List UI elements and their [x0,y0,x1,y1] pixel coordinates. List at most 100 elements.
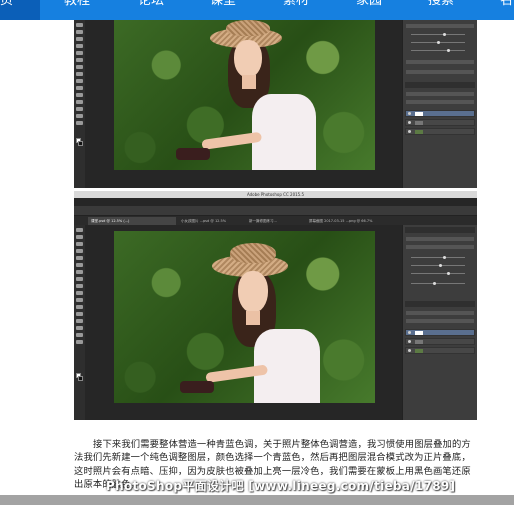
tool-icon [76,37,83,41]
panel-row [406,245,474,249]
background-color-swatch [78,141,83,146]
canvas-area [85,20,402,188]
doc-tab[interactable]: 课堂.psd @ 12.5% (...) [88,217,176,225]
tool-icon [76,340,83,344]
doc-tab[interactable]: 新一篇修图练习... [246,217,304,225]
adjust-slider[interactable] [411,257,465,258]
eye-icon[interactable] [408,331,411,334]
adjust-slider[interactable] [411,265,465,266]
eye-icon[interactable] [408,349,411,352]
tool-icon [76,121,83,125]
tool-icon [76,114,83,118]
slider-knob[interactable] [439,264,442,267]
tool-icon [76,72,83,76]
tool-icon [76,107,83,111]
bottom-bar [0,495,514,505]
neck [242,75,256,89]
eye-icon[interactable] [408,340,411,343]
tool-icon [76,263,83,267]
tool-icon [76,242,83,246]
slider-knob[interactable] [433,282,436,285]
adjust-slider[interactable] [411,283,465,284]
nav-item-home[interactable]: 页 [0,0,13,14]
nav-item-tutorials[interactable]: 教程 [64,0,90,14]
layer-thumbnail [415,130,423,134]
tool-icon [76,284,83,288]
adjust-slider[interactable] [411,273,465,274]
tool-icon [76,298,83,302]
bicycle-handle [180,381,214,393]
adjust-slider[interactable] [411,50,465,51]
tools-panel [74,20,85,188]
eye-icon[interactable] [408,130,411,133]
portrait-photo [114,20,375,170]
tools-panel [74,225,85,420]
doc-tab[interactable]: 小女孩图片 ...psd @ 12.5% [178,217,244,225]
nav-item-more[interactable]: 名 [500,0,513,14]
nav-item-materials[interactable]: 素材 [283,0,309,14]
options-bar [74,206,477,216]
panel-row [406,237,474,241]
layer-row[interactable] [405,128,475,135]
layer-row[interactable] [405,119,475,126]
panel-row [406,60,474,64]
white-top [252,94,316,170]
tool-icon [76,65,83,69]
slider-knob[interactable] [437,41,440,44]
tool-icon [76,30,83,34]
eye-icon[interactable] [408,121,411,124]
tool-icon [76,312,83,316]
layer-thumbnail [415,349,423,353]
photoshop-screenshot-1 [74,20,477,188]
right-panels [402,225,477,420]
tool-icon [76,228,83,232]
adjust-slider[interactable] [411,34,465,35]
tool-icon [76,319,83,323]
document-tabs: 课堂.psd @ 12.5% (...) 小女孩图片 ...psd @ 12.5… [74,216,477,225]
slider-knob[interactable] [447,49,450,52]
layer-thumbnail [415,121,423,125]
tool-icon [76,23,83,27]
layer-thumbnail [415,112,423,116]
site-watermark: PhotoShop平面设计吧 [www.lineeg.com/tieba/178… [106,479,456,493]
slider-knob[interactable] [443,256,446,259]
layer-row[interactable] [405,110,475,117]
tool-icon [76,305,83,309]
layer-thumbnail [415,340,423,344]
tool-icon [76,100,83,104]
doc-tab[interactable]: 屏幕截图 2017-03-15 ...png @ 66.7% [306,217,402,225]
photoshop-screenshot-2: Adobe Photoshop CC 2015.5 课堂.psd @ 12.5%… [74,191,477,420]
nav-item-search[interactable]: 搜索 [428,0,454,14]
tool-icon [76,256,83,260]
layer-row[interactable] [405,347,475,354]
background-color-swatch [78,376,83,381]
tool-icon [76,270,83,274]
tool-icon [76,277,83,281]
layers-panel-header [405,82,475,88]
tool-icon [76,86,83,90]
nav-item-home-community[interactable]: 家园 [356,0,382,14]
tool-icon [76,58,83,62]
properties-panel-header [405,227,475,233]
layer-row[interactable] [405,338,475,345]
panel-row [406,100,474,104]
nav-item-classroom[interactable]: 课堂 [210,0,236,14]
panel-row [406,70,474,74]
tool-icon [76,333,83,337]
panel-row [406,311,474,315]
portrait-photo [114,231,375,403]
eye-icon[interactable] [408,112,411,115]
menu-bar [74,198,477,206]
tool-icon [76,79,83,83]
nav-item-forum[interactable]: 论坛 [138,0,164,14]
hat [226,20,270,36]
layer-thumbnail [415,331,423,335]
layer-row[interactable] [405,329,475,336]
slider-knob[interactable] [447,272,450,275]
neck [246,311,260,325]
right-panels [402,20,477,188]
tool-icon [76,326,83,330]
slider-knob[interactable] [443,33,446,36]
tool-icon [76,44,83,48]
panel-row [406,319,474,323]
